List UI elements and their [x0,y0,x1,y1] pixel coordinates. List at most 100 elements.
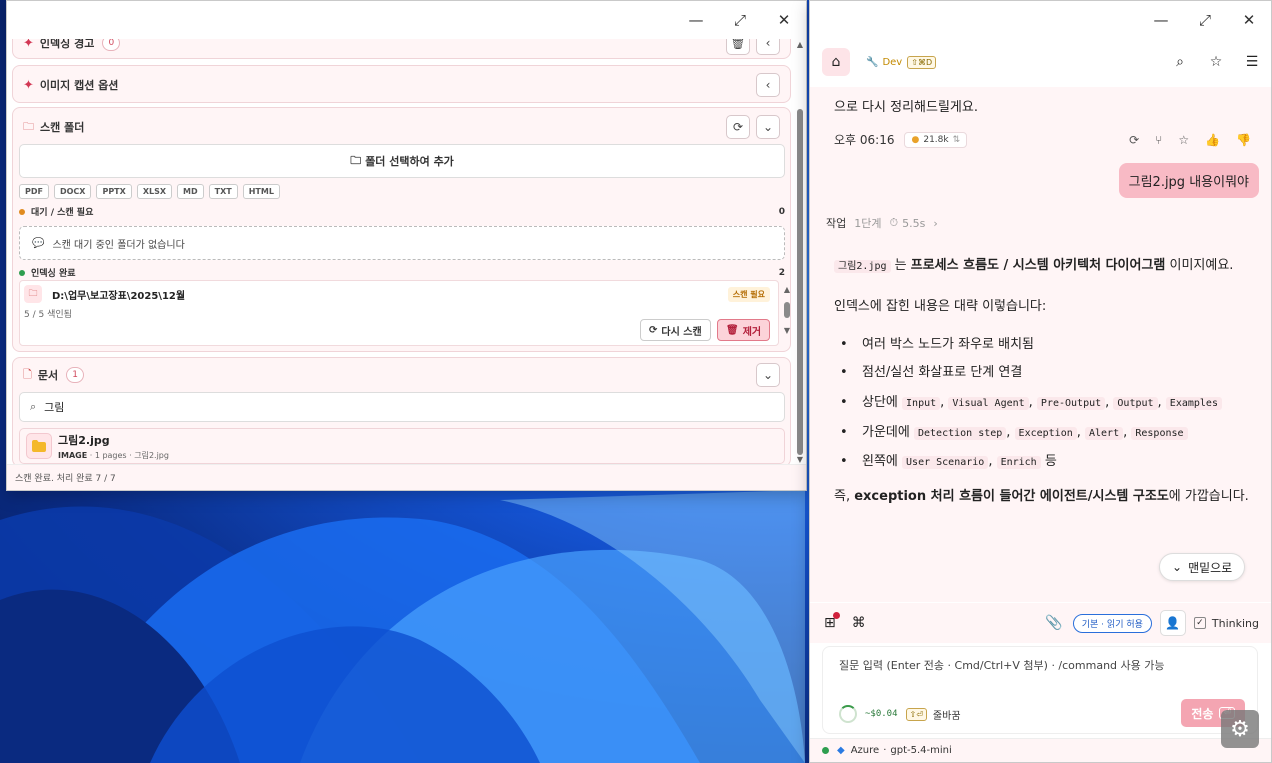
menu-icon[interactable]: ☰ [1243,54,1261,70]
scroll-thumb[interactable] [797,109,803,455]
inline-code: Visual Agent [948,397,1029,410]
dev-label: Dev [882,56,903,68]
task-step-summary[interactable]: 작업 1단계 ⏱ 5.5s › [826,215,938,231]
trash-button[interactable]: 🗑 [726,39,750,55]
thinking-toggle[interactable]: ✓ Thinking [1193,617,1259,630]
model-name[interactable]: gpt-5.4-mini [890,745,951,756]
collapse-documents-button[interactable]: ⌄ [756,363,780,387]
token-usage-pill[interactable]: ● 21.8k ⇅ [904,131,968,148]
remove-label: 제거 [742,326,762,338]
home-button[interactable]: ⌂ [822,48,850,76]
thumbs-up-icon[interactable]: 👍 [1205,133,1220,147]
retry-icon[interactable]: ⟳ [1129,133,1139,147]
thumbs-down-icon[interactable]: 👎 [1236,133,1251,147]
chat-window: — ⤢ ✕ ⌂ 🔧 Dev ⇧⌘D ⌕ ☆ ☰ 으로 다시 정리해드릴게요. 오… [809,0,1272,763]
pending-empty-state: 💬 스캔 대기 중인 폴더가 없습니다 [19,226,785,260]
chevron-right-icon: › [933,216,938,230]
newline-shortcut: ⇧⏎ [905,707,927,721]
step-label: 작업 [826,217,847,230]
thinking-checkbox[interactable]: ✓ [1193,617,1206,629]
remove-button[interactable]: 🗑 제거 [717,319,771,341]
branch-icon[interactable]: ⑂ [1155,133,1162,147]
scan-status-text: 스캔 완료. 처리 완료 7 / 7 [15,474,116,484]
close-button[interactable]: ✕ [1227,1,1271,39]
maximize-button[interactable]: ⤢ [1183,1,1227,39]
cost-estimate: ~$0.04 [865,709,898,719]
indexing-warning-card: ✦ 인덱싱 경고 0 🗑 ‹ [12,39,791,59]
inner-scrollbar[interactable]: ▲ ▼ [782,285,792,341]
search-icon[interactable]: ⌕ [1171,54,1189,70]
file-type-tag: HTML [242,184,280,199]
done-label: 인덱싱 완료 [31,269,76,279]
sparkle-icon: ✦ [23,39,34,51]
answer-text: 에 가깝습니다. [1168,489,1249,504]
left-scrollbar[interactable]: ▲ ▼ [795,39,805,466]
header-actions: ⌕ ☆ ☰ [1171,54,1261,70]
minimize-button[interactable]: — [674,1,718,39]
expand-caption-button[interactable]: ‹ [756,73,780,97]
answer-text: 상단에 [862,395,898,410]
model-status-bar: ◆ Azure · gpt-5.4-mini [810,738,1271,762]
warning-count-badge: 0 [102,39,121,51]
inner-scroll-thumb[interactable] [784,302,790,318]
list-item: 여러 박스 노드가 좌우로 배치됨 [834,334,1249,356]
pending-status: 대기 / 스캔 필요 0 [19,205,785,218]
settings-gear-button[interactable]: ⚙ [1221,710,1259,748]
message-time: 오후 06:16 [834,133,895,147]
answer-text: 가운데에 [862,425,910,440]
file-type-tag: DOCX [53,184,92,199]
scroll-up-icon[interactable]: ▲ [796,41,804,49]
user-message-bubble: 그림2.jpg 내용이뭐야 [1118,163,1259,198]
scroll-down-icon[interactable]: ▼ [782,326,792,335]
swap-icon: ⇅ [952,134,961,145]
scroll-down-icon[interactable]: ▼ [796,456,804,464]
chevron-left-icon: ‹ [765,78,771,92]
folder-icon [26,433,52,459]
left-status-bar: 스캔 완료. 처리 완료 7 / 7 [7,464,806,490]
chat-area: 으로 다시 정리해드릴게요. 오후 06:16 ● 21.8k ⇅ ⟳ ⑂ ☆ … [810,87,1271,602]
star-icon[interactable]: ☆ [1207,54,1225,70]
collapse-scan-button[interactable]: ⌄ [756,115,780,139]
command-icon[interactable]: ⌘ [852,615,866,631]
attach-icon[interactable]: 📎 [1045,615,1062,631]
inline-code: Detection step [913,427,1007,440]
step-time: 5.5s [902,216,926,230]
maximize-button[interactable]: ⤢ [718,1,762,39]
answer-text: 왼쪽에 [862,454,898,469]
message-composer[interactable]: 질문 입력 (Enter 전송 · Cmd/Ctrl+V 첨부) · /comm… [822,646,1258,734]
file-type-tag: TXT [208,184,238,199]
previous-message-tail: 으로 다시 정리해드릴게요. [834,100,978,115]
chevron-down-icon: ⌄ [1172,560,1183,574]
refresh-button[interactable]: ⟳ [726,115,750,139]
clock-icon: ⏱ [889,216,899,229]
close-button[interactable]: ✕ [762,1,806,39]
indexing-warning-title: 인덱싱 경고 [39,39,95,50]
persona-button[interactable]: 👤 [1159,610,1186,636]
apps-icon[interactable]: ⊞ [824,612,840,631]
assistant-answer: 그림2.jpg 는 프로세스 흐름도 / 시스템 아키텍처 다이어그램 이미지예… [834,255,1249,508]
folder-icon: 🗀 [350,153,362,167]
inline-code: Pre-Output [1036,397,1106,410]
rescan-button[interactable]: ⟳ 다시 스캔 [640,319,711,341]
scroll-to-bottom-button[interactable]: ⌄ 맨밑으로 [1159,553,1246,581]
answer-text: 는 [890,258,911,273]
chat-header: ⌂ 🔧 Dev ⇧⌘D ⌕ ☆ ☰ [810,39,1271,85]
star-icon[interactable]: ☆ [1178,133,1189,147]
documents-card: 🗋 문서 1 ⌄ ⌕ 그림 그림2.jpg IMAGE · 1 pages · … [12,357,791,464]
answer-bold: exception 처리 흐름이 들어간 에이전트/시스템 구조도 [854,489,1169,504]
answer-text: 이미지예요. [1165,258,1234,273]
minimize-button[interactable]: — [1139,1,1183,39]
inline-code: 그림2.jpg [834,260,891,273]
dev-mode-toggle[interactable]: 🔧 Dev ⇧⌘D [866,55,937,69]
rescan-label: 다시 스캔 [661,326,702,338]
document-search-input[interactable]: ⌕ 그림 [19,392,785,422]
add-folder-button[interactable]: 🗀 폴더 선택하여 추가 [19,144,785,178]
collapse-warning-button[interactable]: ‹ [756,39,780,55]
list-item: 왼쪽에 User Scenario, Enrich 등 [834,451,1249,474]
document-item[interactable]: 그림2.jpg IMAGE · 1 pages · 그림2.jpg [19,428,785,464]
permission-pill[interactable]: 기본 · 읽기 허용 [1072,613,1152,633]
status-dot [19,208,25,215]
refresh-icon: ⟳ [732,120,744,134]
scroll-up-icon[interactable]: ▲ [782,285,792,294]
inline-code: Examples [1165,397,1222,410]
